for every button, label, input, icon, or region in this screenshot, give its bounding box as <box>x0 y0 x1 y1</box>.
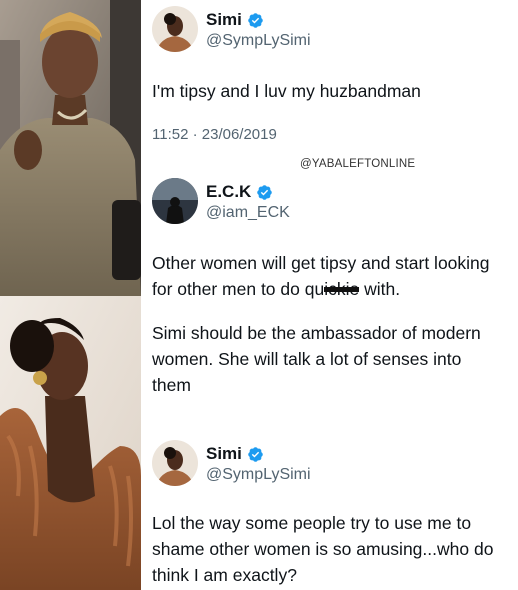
verified-badge-icon <box>247 446 264 463</box>
verified-badge-icon <box>256 184 273 201</box>
display-name[interactable]: Simi <box>206 10 242 30</box>
tweet-eck[interactable]: E.C.K @iam_ECK Other women will get tips… <box>152 178 510 408</box>
display-name[interactable]: Simi <box>206 444 242 464</box>
display-name[interactable]: E.C.K <box>206 182 251 202</box>
verified-badge-icon <box>247 12 264 29</box>
redacted-word: ickie <box>324 276 360 302</box>
avatar[interactable] <box>152 440 198 486</box>
watermark: @YABALEFTONLINE <box>300 158 416 170</box>
tweet-text: Other women will get tipsy and start loo… <box>152 253 490 395</box>
tweet-text: Lol the way some people try to use me to… <box>152 513 494 585</box>
handle[interactable]: @SympLySimi <box>206 466 311 484</box>
tweet-text: I'm tipsy and I luv my huzbandman <box>152 81 421 101</box>
tweet-simi-1[interactable]: Simi @SympLySimi I'm tipsy and I luv my … <box>152 6 510 156</box>
avatar[interactable] <box>152 6 198 52</box>
timestamp[interactable]: 11:52 · 23/06/2019 <box>152 126 277 143</box>
photo-woman-fur-coat <box>0 296 141 590</box>
photo-woman-headwrap <box>0 0 141 296</box>
handle[interactable]: @SympLySimi <box>206 32 311 50</box>
avatar[interactable] <box>152 178 198 224</box>
handle[interactable]: @iam_ECK <box>206 204 290 222</box>
tweet-simi-2[interactable]: Simi @SympLySimi Lol the way some people… <box>152 440 510 590</box>
